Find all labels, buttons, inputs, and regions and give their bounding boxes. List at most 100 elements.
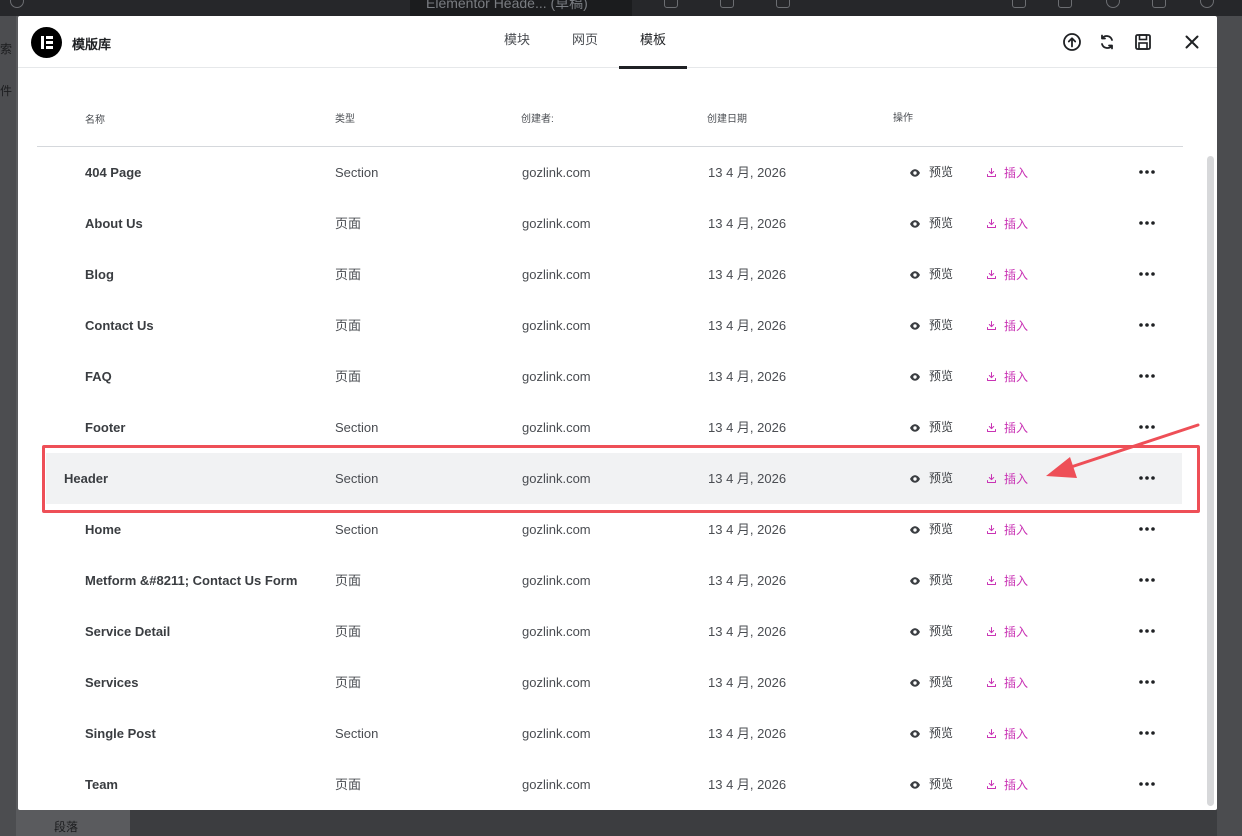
- tab-templates[interactable]: 模板: [619, 16, 688, 69]
- template-name[interactable]: Single Post: [85, 708, 156, 759]
- preview-button[interactable]: 预览: [909, 555, 953, 606]
- table-row[interactable]: Metform &#8211; Contact Us Form 页面 gozli…: [37, 555, 1183, 606]
- more-icon[interactable]: [1137, 370, 1157, 382]
- insert-button[interactable]: 插入: [986, 300, 1028, 351]
- insert-button[interactable]: 插入: [986, 402, 1028, 453]
- insert-button[interactable]: 插入: [986, 657, 1028, 708]
- template-name[interactable]: Home: [85, 504, 121, 555]
- template-name[interactable]: Team: [85, 759, 118, 810]
- template-name[interactable]: Header: [64, 453, 108, 504]
- insert-button[interactable]: 插入: [986, 606, 1028, 657]
- insert-button[interactable]: 插入: [986, 759, 1028, 810]
- template-date: 13 4 月, 2026: [708, 267, 787, 282]
- template-name[interactable]: Service Detail: [85, 606, 170, 657]
- insert-button[interactable]: 插入: [986, 198, 1028, 249]
- table-row[interactable]: Blog 页面 gozlink.com 13 4 月, 2026 预览 插入: [37, 249, 1183, 300]
- insert-button[interactable]: 插入: [986, 708, 1028, 759]
- insert-label: 插入: [1004, 676, 1029, 690]
- tab-blocks[interactable]: 模块: [483, 16, 551, 68]
- more-icon[interactable]: [1137, 472, 1157, 484]
- paragraph-widget-label[interactable]: 段落: [18, 812, 130, 836]
- sync-icon[interactable]: [1097, 32, 1117, 52]
- template-creator: gozlink.com: [522, 318, 591, 333]
- table-row[interactable]: FAQ 页面 gozlink.com 13 4 月, 2026 预览 插入: [37, 351, 1183, 402]
- more-icon[interactable]: [1137, 676, 1157, 688]
- template-creator: gozlink.com: [522, 420, 591, 435]
- table-row[interactable]: Footer Section gozlink.com 13 4 月, 2026 …: [37, 402, 1183, 453]
- history-icon[interactable]: [10, 0, 24, 8]
- insert-button[interactable]: 插入: [986, 504, 1028, 555]
- more-icon[interactable]: [1137, 268, 1157, 280]
- template-name[interactable]: 404 Page: [85, 147, 141, 198]
- template-name[interactable]: Blog: [85, 249, 114, 300]
- preview-button[interactable]: 预览: [909, 249, 953, 300]
- more-icon[interactable]: [1137, 421, 1157, 433]
- eye-icon: [910, 321, 920, 330]
- template-name[interactable]: Metform &#8211; Contact Us Form: [85, 555, 297, 606]
- tab-pages[interactable]: 网页: [551, 16, 619, 68]
- mobile-icon[interactable]: [776, 0, 790, 8]
- preview-button[interactable]: 预览: [909, 402, 953, 453]
- more-icon[interactable]: [1137, 523, 1157, 535]
- more-icon[interactable]: [1137, 166, 1157, 178]
- insert-button[interactable]: 插入: [986, 147, 1028, 198]
- table-row[interactable]: Services 页面 gozlink.com 13 4 月, 2026 预览 …: [37, 657, 1183, 708]
- insert-button[interactable]: 插入: [986, 555, 1028, 606]
- close-icon[interactable]: [1182, 32, 1202, 52]
- more-icon[interactable]: [1137, 778, 1157, 790]
- template-type: 页面: [335, 573, 362, 588]
- template-creator: gozlink.com: [522, 573, 591, 588]
- table-row[interactable]: Contact Us 页面 gozlink.com 13 4 月, 2026 预…: [37, 300, 1183, 351]
- table-row[interactable]: Service Detail 页面 gozlink.com 13 4 月, 20…: [37, 606, 1183, 657]
- download-icon: [987, 576, 996, 585]
- preview-button[interactable]: 预览: [909, 504, 953, 555]
- template-name[interactable]: Contact Us: [85, 300, 154, 351]
- template-name[interactable]: Footer: [85, 402, 125, 453]
- save-icon[interactable]: [1133, 32, 1153, 52]
- template-name[interactable]: Services: [85, 657, 139, 708]
- template-creator: gozlink.com: [522, 522, 591, 537]
- table-row[interactable]: Single Post Section gozlink.com 13 4 月, …: [37, 708, 1183, 759]
- eye-icon: [910, 729, 920, 738]
- search-icon[interactable]: [1106, 0, 1120, 8]
- table-row[interactable]: Team 页面 gozlink.com 13 4 月, 2026 预览 插入: [37, 759, 1183, 810]
- brush-icon[interactable]: [1012, 0, 1026, 8]
- preview-button[interactable]: 预览: [909, 300, 953, 351]
- pointer-icon[interactable]: [1058, 0, 1072, 8]
- insert-button[interactable]: 插入: [986, 351, 1028, 402]
- preview-button[interactable]: 预览: [909, 708, 953, 759]
- table-row[interactable]: Home Section gozlink.com 13 4 月, 2026 预览…: [37, 504, 1183, 555]
- document-title[interactable]: Elementor Heade... (草稿): [410, 0, 632, 16]
- template-name[interactable]: FAQ: [85, 351, 112, 402]
- more-icon[interactable]: [1137, 625, 1157, 637]
- more-icon[interactable]: [1137, 319, 1157, 331]
- preview-button[interactable]: 预览: [909, 759, 953, 810]
- tablet-icon[interactable]: [720, 0, 734, 8]
- more-icon[interactable]: [1137, 574, 1157, 586]
- insert-label: 插入: [1004, 319, 1029, 333]
- insert-button[interactable]: 插入: [986, 453, 1028, 504]
- download-icon: [987, 168, 996, 177]
- preview-button[interactable]: 预览: [909, 351, 953, 402]
- insert-button[interactable]: 插入: [986, 249, 1028, 300]
- insert-label: 插入: [1004, 217, 1029, 231]
- table-row[interactable]: Header Section gozlink.com 13 4 月, 2026 …: [46, 453, 1182, 504]
- layers-icon[interactable]: [1152, 0, 1166, 8]
- help-icon[interactable]: [1200, 0, 1214, 8]
- preview-button[interactable]: 预览: [909, 606, 953, 657]
- preview-button[interactable]: 预览: [909, 657, 953, 708]
- desktop-icon[interactable]: [664, 0, 678, 8]
- preview-button[interactable]: 预览: [909, 198, 953, 249]
- more-icon[interactable]: [1137, 727, 1157, 739]
- scrollbar[interactable]: [1207, 156, 1214, 806]
- preview-button[interactable]: 预览: [909, 147, 953, 198]
- template-type: 页面: [335, 318, 362, 333]
- more-icon[interactable]: [1137, 217, 1157, 229]
- preview-button[interactable]: 预览: [909, 453, 953, 504]
- download-icon: [987, 474, 996, 483]
- template-name[interactable]: About Us: [85, 198, 143, 249]
- upload-icon[interactable]: [1062, 32, 1082, 52]
- template-date: 13 4 月, 2026: [708, 471, 787, 486]
- table-row[interactable]: 404 Page Section gozlink.com 13 4 月, 202…: [37, 147, 1183, 198]
- table-row[interactable]: About Us 页面 gozlink.com 13 4 月, 2026 预览 …: [37, 198, 1183, 249]
